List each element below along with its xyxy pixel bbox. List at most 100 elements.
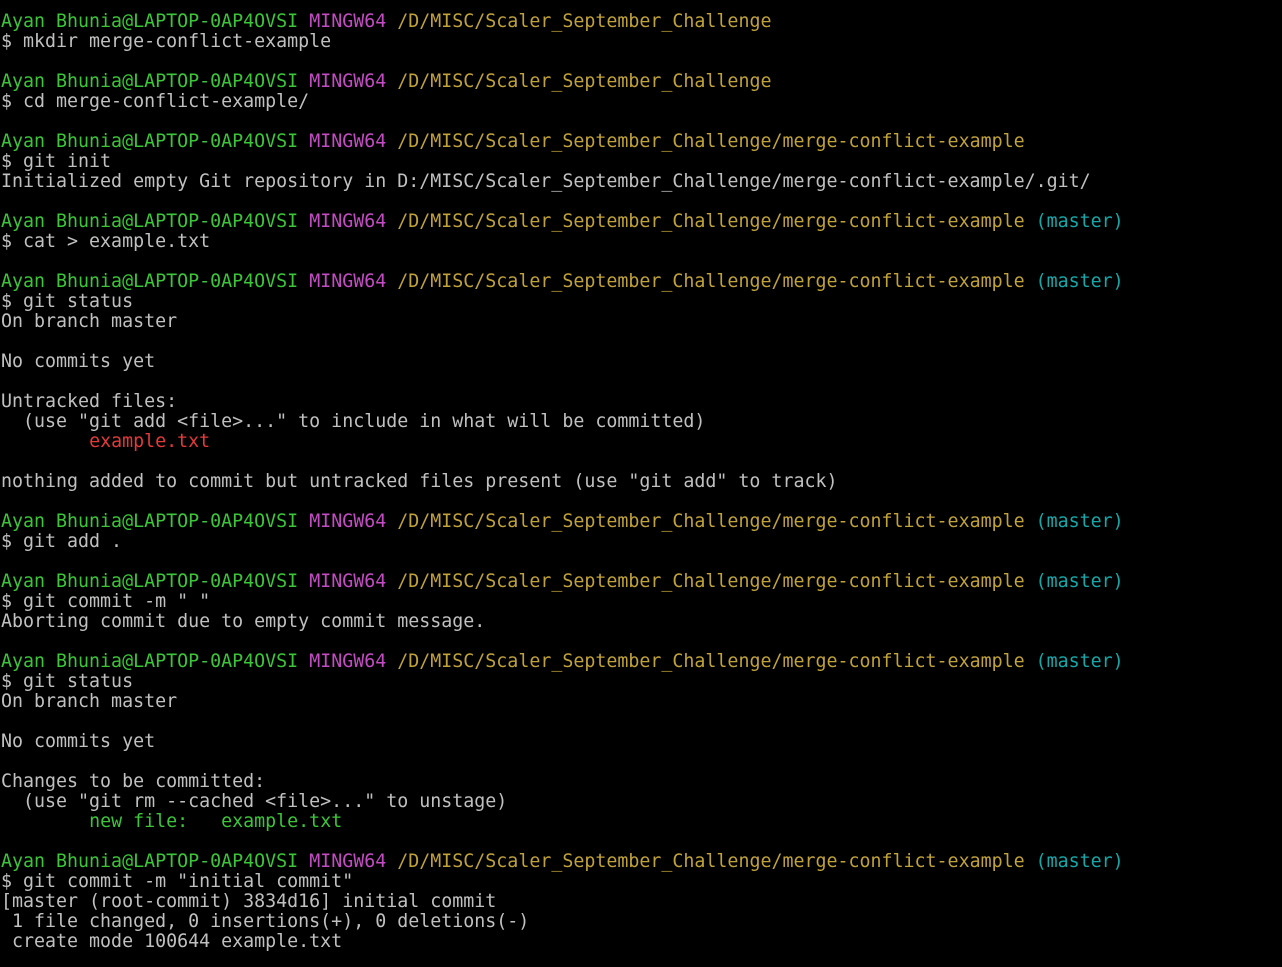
cwd-path: /D/MISC/Scaler_September_Challenge [397,11,772,32]
text [386,651,397,672]
text [1025,511,1036,532]
git-branch: (master) [1035,271,1124,292]
text: $ mkdir merge-conflict-example [1,31,332,52]
text [386,571,397,592]
text [298,211,309,232]
msystem-label: MINGW64 [309,571,387,592]
text [1025,651,1036,672]
text: $ git commit -m "initial commit" [1,871,354,892]
text [386,211,397,232]
prompt-line: Ayan Bhunia@LAPTOP-0AP4OVSI MINGW64 /D/M… [1,652,1282,672]
git-branch: (master) [1035,511,1124,532]
command-line: $ git status [1,292,1282,312]
text [386,851,397,872]
prompt-line: Ayan Bhunia@LAPTOP-0AP4OVSI MINGW64 /D/M… [1,272,1282,292]
text: $ git status [1,671,134,692]
text: $ git init [1,151,112,172]
text [1,811,89,832]
output-line: On branch master [1,692,1282,712]
prompt-line: Ayan Bhunia@LAPTOP-0AP4OVSI MINGW64 /D/M… [1,12,1282,32]
text [1,431,89,452]
text [298,651,309,672]
text [298,571,309,592]
text: (use "git add <file>..." to include in w… [1,411,706,432]
text: (use "git rm --cached <file>..." to unst… [1,791,508,812]
git-branch: (master) [1035,571,1124,592]
cwd-path: /D/MISC/Scaler_September_Challenge/merge… [397,131,1025,152]
msystem-label: MINGW64 [309,851,387,872]
msystem-label: MINGW64 [309,651,387,672]
prompt-line: Ayan Bhunia@LAPTOP-0AP4OVSI MINGW64 /D/M… [1,572,1282,592]
msystem-label: MINGW64 [309,71,387,92]
text [386,131,397,152]
cwd-path: /D/MISC/Scaler_September_Challenge/merge… [397,851,1025,872]
user-host: Ayan Bhunia@LAPTOP-0AP4OVSI [1,211,299,232]
output-line: Changes to be committed: [1,772,1282,792]
text [386,11,397,32]
cwd-path: /D/MISC/Scaler_September_Challenge/merge… [397,571,1025,592]
text [386,71,397,92]
user-host: Ayan Bhunia@LAPTOP-0AP4OVSI [1,571,299,592]
output-line: (use "git rm --cached <file>..." to unst… [1,792,1282,812]
msystem-label: MINGW64 [309,511,387,532]
text: Untracked files: [1,391,178,412]
git-branch: (master) [1035,851,1124,872]
text: 1 file changed, 0 insertions(+), 0 delet… [1,911,530,932]
text [298,511,309,532]
cwd-path: /D/MISC/Scaler_September_Challenge [397,71,772,92]
prompt-line: Ayan Bhunia@LAPTOP-0AP4OVSI MINGW64 /D/M… [1,212,1282,232]
text [386,271,397,292]
text: $ git commit -m " " [1,591,211,612]
staged-file: new file: example.txt [89,811,343,832]
command-line: $ mkdir merge-conflict-example [1,32,1282,52]
msystem-label: MINGW64 [309,211,387,232]
terminal-window[interactable]: Ayan Bhunia@LAPTOP-0AP4OVSI MINGW64 /D/M… [0,0,1282,967]
output-line: No commits yet [1,352,1282,372]
text: nothing added to commit but untracked fi… [1,471,838,492]
cwd-path: /D/MISC/Scaler_September_Challenge/merge… [397,511,1025,532]
prompt-line: Ayan Bhunia@LAPTOP-0AP4OVSI MINGW64 /D/M… [1,132,1282,152]
prompt-line: Ayan Bhunia@LAPTOP-0AP4OVSI MINGW64 /D/M… [1,852,1282,872]
output-line: (use "git add <file>..." to include in w… [1,412,1282,432]
text: Aborting commit due to empty commit mess… [1,611,486,632]
text [298,11,309,32]
output-line: Aborting commit due to empty commit mess… [1,612,1282,632]
command-line: $ git commit -m " " [1,592,1282,612]
output-line: [master (root-commit) 3834d16] initial c… [1,892,1282,912]
cwd-path: /D/MISC/Scaler_September_Challenge/merge… [397,211,1025,232]
git-branch: (master) [1035,211,1124,232]
text [1025,211,1036,232]
text: No commits yet [1,351,156,372]
user-host: Ayan Bhunia@LAPTOP-0AP4OVSI [1,11,299,32]
text: $ git add . [1,531,123,552]
text [1025,571,1036,592]
text: Changes to be committed: [1,771,266,792]
output-line: example.txt [1,432,1282,452]
text [1025,271,1036,292]
text: $ cat > example.txt [1,231,211,252]
output-line: Initialized empty Git repository in D:/M… [1,172,1282,192]
user-host: Ayan Bhunia@LAPTOP-0AP4OVSI [1,71,299,92]
output-line: Untracked files: [1,392,1282,412]
text [298,71,309,92]
command-line: $ git add . [1,532,1282,552]
command-line: $ cd merge-conflict-example/ [1,92,1282,112]
prompt-line: Ayan Bhunia@LAPTOP-0AP4OVSI MINGW64 /D/M… [1,72,1282,92]
text: $ cd merge-conflict-example/ [1,91,310,112]
untracked-file: example.txt [89,431,211,452]
user-host: Ayan Bhunia@LAPTOP-0AP4OVSI [1,511,299,532]
text: On branch master [1,691,178,712]
text: [master (root-commit) 3834d16] initial c… [1,891,497,912]
output-line: new file: example.txt [1,812,1282,832]
